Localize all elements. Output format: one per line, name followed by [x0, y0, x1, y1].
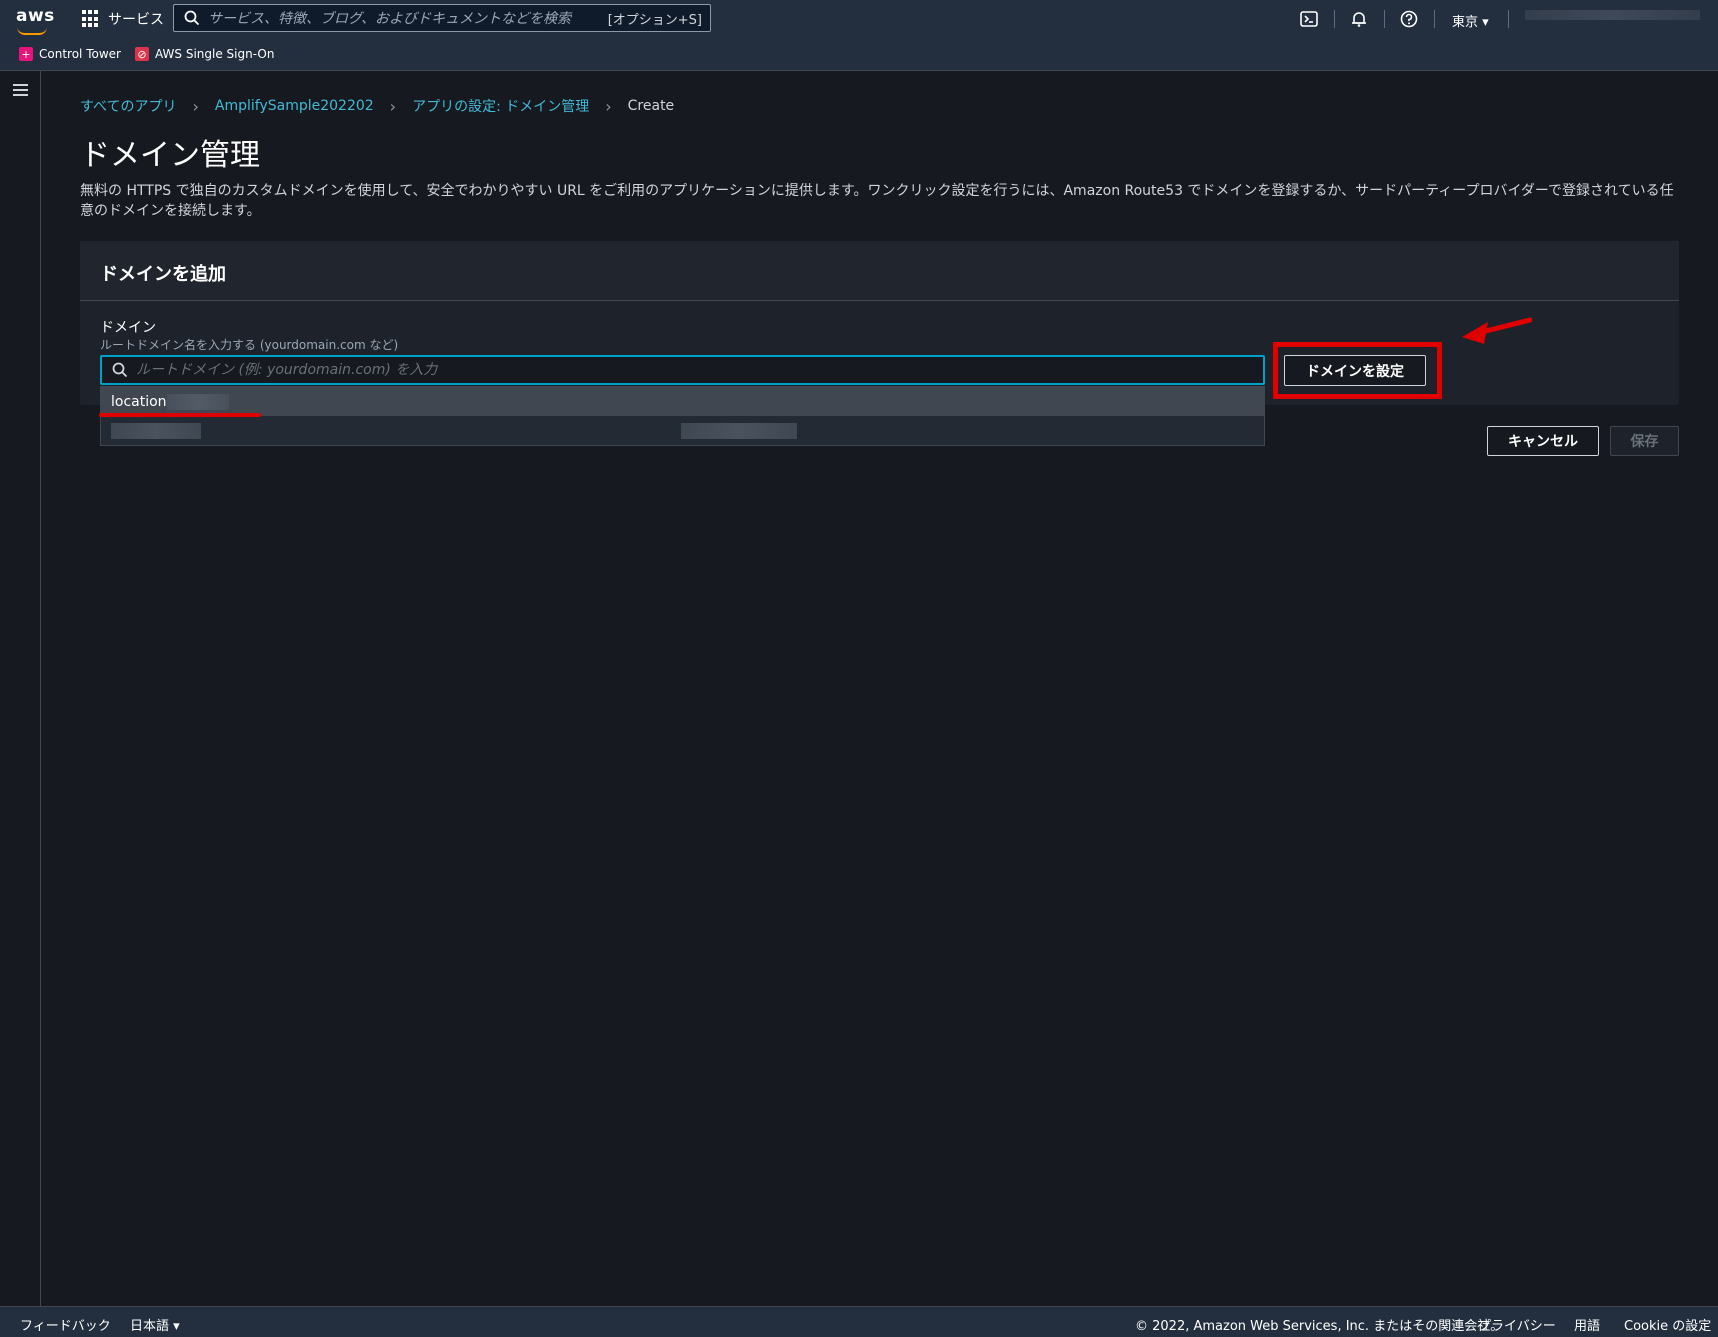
breadcrumb-current: Create — [627, 98, 675, 114]
services-menu-button[interactable]: サービス — [82, 9, 164, 29]
breadcrumb: すべてのアプリ › AmplifySample202202 › アプリの設定: … — [80, 96, 674, 116]
chevron-right-icon: › — [192, 96, 199, 116]
cloudshell-icon[interactable] — [1300, 10, 1318, 28]
domain-field-label: ドメイン — [100, 320, 156, 336]
search-placeholder: サービス、特徴、ブログ、およびドキュメントなどを検索 — [208, 11, 572, 27]
annotation-arrow-icon — [1462, 317, 1532, 344]
favorite-label: Control Tower — [39, 47, 121, 61]
domain-input[interactable] — [134, 361, 1263, 379]
panel-title: ドメインを追加 — [100, 264, 226, 285]
privacy-link[interactable]: プライバシー — [1478, 1315, 1556, 1334]
hamburger-menu-icon[interactable] — [13, 84, 28, 96]
feedback-link[interactable]: フィードバック — [20, 1315, 111, 1334]
cancel-button[interactable]: キャンセル — [1487, 426, 1599, 456]
breadcrumb-domain-settings[interactable]: アプリの設定: ドメイン管理 — [412, 96, 589, 116]
account-menu-redacted[interactable] — [1525, 10, 1700, 20]
help-icon[interactable] — [1400, 10, 1418, 28]
redacted-text — [111, 422, 201, 439]
terms-link[interactable]: 用語 — [1574, 1315, 1600, 1334]
footer: フィードバック 日本語 ▾ © 2022, Amazon Web Service… — [0, 1306, 1718, 1337]
favorite-aws-sso[interactable]: ⊘ AWS Single Sign-On — [135, 47, 274, 61]
top-navigation-bar: aws サービス サービス、特徴、ブログ、およびドキュメントなどを検索 [オプシ… — [0, 0, 1718, 38]
page-title: ドメイン管理 — [80, 138, 260, 173]
divider — [1384, 10, 1385, 28]
option-label: location — [111, 393, 167, 410]
redacted-text — [166, 393, 229, 410]
panel-header: ドメインを追加 — [80, 241, 1679, 301]
annotation-underline — [99, 413, 261, 417]
favorite-label: AWS Single Sign-On — [155, 47, 275, 61]
copyright-text: © 2022, Amazon Web Services, Inc. またはその関… — [1135, 1319, 1504, 1334]
breadcrumb-app[interactable]: AmplifySample202202 — [215, 98, 374, 114]
favorite-control-tower[interactable]: + Control Tower — [19, 47, 121, 61]
save-button[interactable]: 保存 — [1610, 426, 1679, 456]
divider — [1434, 10, 1435, 28]
search-icon — [112, 362, 128, 378]
page-description: 無料の HTTPS で独自のカスタムドメインを使用して、安全でわかりやすい UR… — [80, 183, 1674, 219]
domain-field-description: ルートドメイン名を入力する (yourdomain.com など) — [100, 338, 399, 352]
divider — [1334, 10, 1335, 28]
annotation-highlight-box — [1273, 342, 1442, 399]
chevron-right-icon: › — [389, 96, 397, 116]
dropdown-option[interactable]: location — [101, 387, 1264, 416]
global-search-input[interactable]: サービス、特徴、ブログ、およびドキュメントなどを検索 [オプション+S] — [173, 4, 711, 32]
bell-icon[interactable] — [1350, 10, 1368, 28]
divider — [1508, 10, 1509, 28]
aws-logo[interactable]: aws — [16, 6, 55, 26]
chevron-right-icon: › — [605, 96, 612, 116]
grid-icon — [82, 10, 100, 28]
domain-search-field[interactable] — [100, 355, 1265, 385]
domain-suggestions-dropdown: location — [100, 386, 1265, 446]
breadcrumb-all-apps[interactable]: すべてのアプリ — [80, 96, 176, 116]
search-icon — [184, 10, 200, 26]
dropdown-option[interactable] — [101, 416, 1264, 445]
cookie-settings-link[interactable]: Cookie の設定 — [1624, 1315, 1711, 1334]
redacted-text — [681, 422, 797, 439]
search-shortcut-hint: [オプション+S] — [607, 12, 702, 28]
side-navigation — [0, 71, 41, 1306]
region-selector[interactable]: 東京 ▾ — [1452, 11, 1489, 30]
control-tower-icon: + — [19, 47, 33, 61]
aws-logo-smile — [17, 27, 47, 35]
services-label: サービス — [108, 12, 164, 28]
language-selector[interactable]: 日本語 ▾ — [130, 1315, 180, 1334]
sso-icon: ⊘ — [135, 47, 149, 61]
